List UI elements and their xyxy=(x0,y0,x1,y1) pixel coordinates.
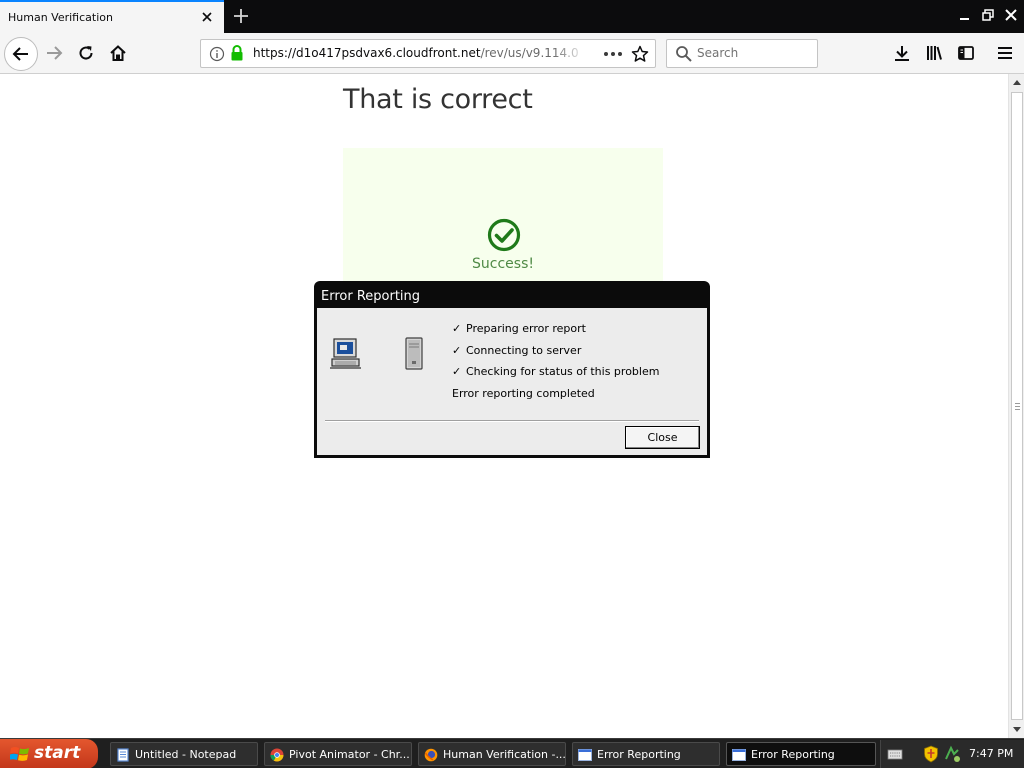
network-icon[interactable] xyxy=(943,745,961,763)
sidebar-icon[interactable] xyxy=(952,39,980,67)
dialog-title: Error Reporting xyxy=(321,289,421,304)
grip-line xyxy=(1015,406,1020,407)
taskbar-item-human-verification[interactable]: Human Verification -... xyxy=(418,742,566,766)
task-label: Human Verification -... xyxy=(443,748,566,761)
url-host: https://d1o417psdvax6.cloudfront.net xyxy=(253,46,481,60)
window-icon xyxy=(732,749,746,761)
chrome-icon xyxy=(270,748,284,762)
back-button[interactable] xyxy=(4,37,38,71)
step-label: Preparing error report xyxy=(466,322,586,335)
tab-title: Human Verification xyxy=(8,11,113,24)
taskbar: start Untitled - Notepad Pivot Animator … xyxy=(0,738,1024,768)
scroll-down-arrow-icon[interactable] xyxy=(1009,721,1024,738)
start-label: start xyxy=(34,743,81,763)
step-connecting: ✓ Connecting to server xyxy=(452,344,581,357)
taskbar-item-notepad[interactable]: Untitled - Notepad xyxy=(110,742,258,766)
navigation-toolbar: https://d1o417psdvax6.cloudfront.net/rev… xyxy=(0,33,1024,74)
step-preparing: ✓ Preparing error report xyxy=(452,322,586,335)
scroll-up-arrow-icon[interactable] xyxy=(1009,74,1024,91)
forward-button[interactable] xyxy=(40,39,68,67)
start-button[interactable]: start xyxy=(0,739,98,768)
url-fade xyxy=(553,42,587,66)
dialog-body: ✓ Preparing error report ✓ Connecting to s… xyxy=(317,308,707,455)
browser-tab[interactable]: Human Verification xyxy=(0,0,224,33)
home-icon[interactable] xyxy=(104,39,132,67)
close-window-icon[interactable] xyxy=(1001,4,1021,26)
tab-strip: Human Verification xyxy=(0,0,1024,33)
keyboard-icon[interactable] xyxy=(887,747,903,761)
taskbar-item-error-reporting-active[interactable]: Error Reporting xyxy=(726,742,876,766)
task-label: Pivot Animator - Chr... xyxy=(289,748,410,761)
downloads-icon[interactable] xyxy=(888,39,916,67)
checkmark-icon: ✓ xyxy=(452,322,462,335)
vertical-scrollbar[interactable] xyxy=(1008,74,1024,738)
page-heading: That is correct xyxy=(343,84,533,115)
dialog-status: Error reporting completed xyxy=(452,387,595,400)
library-icon[interactable] xyxy=(920,39,948,67)
close-button[interactable]: Close xyxy=(625,426,700,449)
windows-logo-icon xyxy=(10,747,29,761)
task-label: Untitled - Notepad xyxy=(135,748,237,761)
reload-icon[interactable] xyxy=(72,39,100,67)
new-tab-icon[interactable] xyxy=(228,4,254,28)
task-label: Error Reporting xyxy=(597,748,681,761)
minimize-icon[interactable] xyxy=(955,4,975,26)
taskbar-clock: 7:47 PM xyxy=(969,747,1014,760)
dialog-separator xyxy=(325,420,699,422)
firefox-icon xyxy=(424,748,438,762)
menu-hamburger-icon[interactable] xyxy=(991,39,1019,67)
address-bar[interactable]: https://d1o417psdvax6.cloudfront.net/rev… xyxy=(200,39,656,68)
task-label: Error Reporting xyxy=(751,748,835,761)
tab-close-icon[interactable] xyxy=(198,8,216,26)
server-icon xyxy=(405,337,423,370)
step-label: Checking for status of this problem xyxy=(466,365,660,378)
checkmark-icon: ✓ xyxy=(452,365,462,378)
padlock-icon[interactable] xyxy=(230,45,244,62)
taskbar-item-error-reporting[interactable]: Error Reporting xyxy=(572,742,720,766)
window-icon xyxy=(578,749,592,761)
restore-icon[interactable] xyxy=(978,4,998,26)
grip-line xyxy=(1015,403,1020,404)
error-reporting-dialog: Error Reporting ✓ Preparing error report … xyxy=(314,281,710,458)
scroll-thumb[interactable] xyxy=(1011,92,1023,720)
grip-line xyxy=(1015,409,1020,410)
search-bar[interactable]: Search xyxy=(666,39,818,68)
success-panel: Success! xyxy=(343,148,663,288)
system-tray: 7:47 PM xyxy=(880,740,1024,768)
search-icon xyxy=(676,46,692,62)
computer-icon xyxy=(330,338,361,369)
step-label: Connecting to server xyxy=(466,344,582,357)
info-icon[interactable] xyxy=(209,46,225,62)
checkmark-icon: ✓ xyxy=(452,344,462,357)
step-checking: ✓ Checking for status of this problem xyxy=(452,365,659,378)
bookmark-star-icon[interactable] xyxy=(631,45,649,63)
taskbar-item-pivot-animator[interactable]: Pivot Animator - Chr... xyxy=(264,742,412,766)
success-check-icon xyxy=(487,218,521,252)
page-actions-icon[interactable] xyxy=(603,50,623,58)
url-text: https://d1o417psdvax6.cloudfront.net/rev… xyxy=(253,46,583,60)
notepad-icon xyxy=(117,748,129,762)
security-shield-icon[interactable] xyxy=(923,745,939,763)
success-label: Success! xyxy=(472,256,534,272)
search-placeholder: Search xyxy=(697,46,739,60)
desktop: Human Verification https://d1o417psdvax6… xyxy=(0,0,1024,768)
